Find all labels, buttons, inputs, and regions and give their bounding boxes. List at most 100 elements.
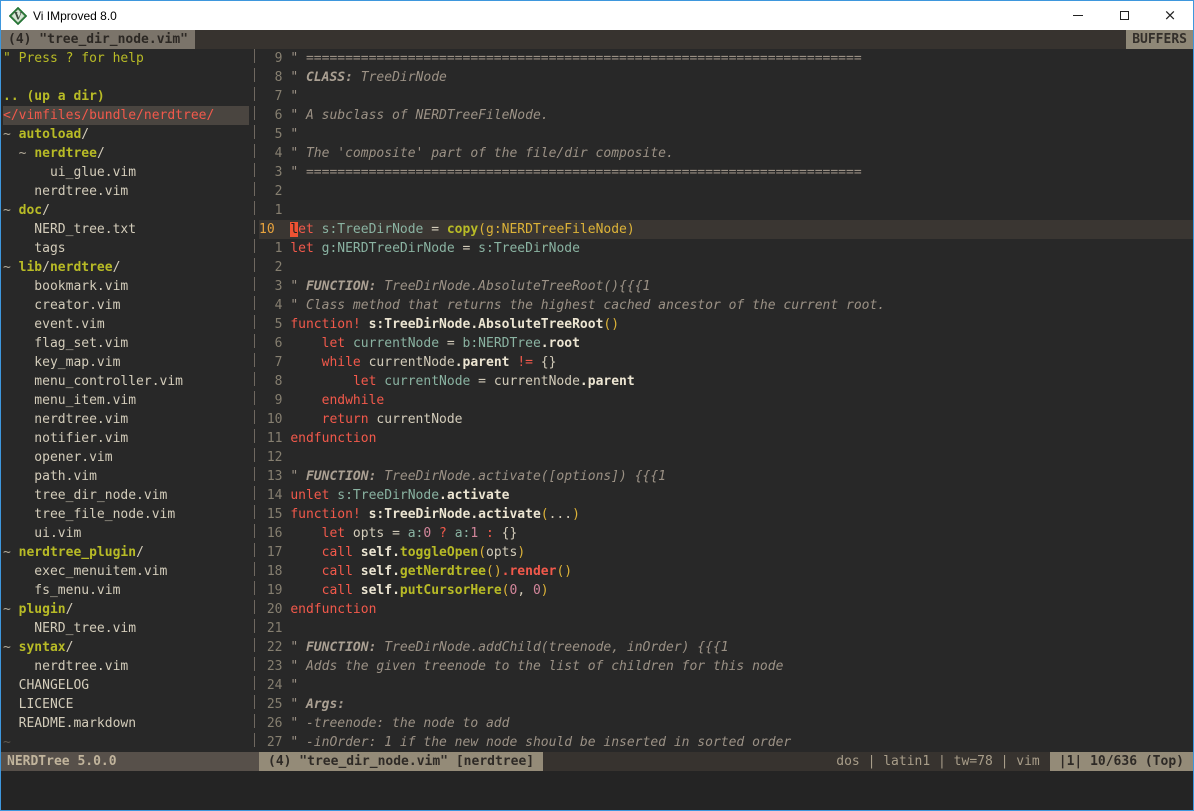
code-line[interactable]: 16 let opts = a:0 ? a:1 : {} bbox=[259, 524, 1193, 543]
tree-item[interactable]: nerdtree.vim bbox=[3, 657, 249, 676]
tree-item[interactable]: ~ doc/ bbox=[3, 201, 249, 220]
maximize-button[interactable] bbox=[1101, 1, 1147, 30]
token-t: ... bbox=[549, 507, 572, 522]
token-id: currentNode bbox=[384, 374, 470, 389]
tree-item[interactable]: exec_menuitem.vim bbox=[3, 562, 249, 581]
tree-item[interactable]: LICENCE bbox=[3, 695, 249, 714]
tree-item[interactable]: ~ lib/nerdtree/ bbox=[3, 258, 249, 277]
code-line[interactable]: 7 " bbox=[259, 87, 1193, 106]
tree-item[interactable]: ui.vim bbox=[3, 524, 249, 543]
code-line[interactable]: 4 " The 'composite' part of the file/dir… bbox=[259, 144, 1193, 163]
tree-item[interactable]: README.markdown bbox=[3, 714, 249, 733]
tree-item[interactable]: flag_set.vim bbox=[3, 334, 249, 353]
code-line[interactable]: 13 " FUNCTION: TreeDirNode.activate([opt… bbox=[259, 467, 1193, 486]
tree-item[interactable]: ~ syntax/ bbox=[3, 638, 249, 657]
tree-item[interactable]: menu_item.vim bbox=[3, 391, 249, 410]
code-line[interactable]: 4 " Class method that returns the highes… bbox=[259, 296, 1193, 315]
code-line[interactable]: 10 return currentNode bbox=[259, 410, 1193, 429]
token-t: = currentNode bbox=[470, 374, 580, 389]
tree-item[interactable]: ~ autoload/ bbox=[3, 125, 249, 144]
code-line[interactable]: 20 endfunction bbox=[259, 600, 1193, 619]
code-line[interactable]: 17 call self.toggleOpen(opts) bbox=[259, 543, 1193, 562]
vertical-split-bar[interactable] bbox=[249, 49, 259, 752]
code-line[interactable]: 25 " Args: bbox=[259, 695, 1193, 714]
tree-item[interactable]: path.vim bbox=[3, 467, 249, 486]
tree-item[interactable]: " Press ? for help bbox=[3, 49, 249, 68]
code-line[interactable]: 24 " bbox=[259, 676, 1193, 695]
token-id: a: bbox=[408, 526, 424, 541]
tree-item[interactable]: tree_file_node.vim bbox=[3, 505, 249, 524]
code-line[interactable]: 23 " Adds the given treenode to the list… bbox=[259, 657, 1193, 676]
nerdtree-panel[interactable]: " Press ? for help .. (up a dir)</vimfile… bbox=[1, 49, 249, 752]
code-line[interactable]: 6 let currentNode = b:NERDTree.root bbox=[259, 334, 1193, 353]
code-line[interactable]: 5 function! s:TreeDirNode.AbsoluteTreeRo… bbox=[259, 315, 1193, 334]
tree-item[interactable]: tree_dir_node.vim bbox=[3, 486, 249, 505]
editor-buffer[interactable]: 9 " ====================================… bbox=[259, 49, 1193, 752]
token-f: CHANGELOG bbox=[3, 678, 89, 693]
tree-item[interactable]: fs_menu.vim bbox=[3, 581, 249, 600]
tab-tree-dir-node[interactable]: (4) "tree_dir_node.vim" bbox=[1, 30, 195, 49]
command-line[interactable] bbox=[1, 771, 1193, 810]
token-c: " The 'composite' part of the file/dir c… bbox=[290, 146, 674, 161]
tree-item[interactable]: .. (up a dir) bbox=[3, 87, 249, 106]
code-line[interactable]: 14 unlet s:TreeDirNode.activate bbox=[259, 486, 1193, 505]
code-line[interactable]: 8 let currentNode = currentNode.parent bbox=[259, 372, 1193, 391]
code-line[interactable]: 7 while currentNode.parent != {} bbox=[259, 353, 1193, 372]
tree-item[interactable]: creator.vim bbox=[3, 296, 249, 315]
tree-item[interactable]: CHANGELOG bbox=[3, 676, 249, 695]
tree-item[interactable]: NERD_tree.txt bbox=[3, 220, 249, 239]
tree-item[interactable]: menu_controller.vim bbox=[3, 372, 249, 391]
code-line[interactable]: 3 " FUNCTION: TreeDirNode.AbsoluteTreeRo… bbox=[259, 277, 1193, 296]
code-line[interactable]: 12 bbox=[259, 448, 1193, 467]
token-t bbox=[353, 583, 361, 598]
code-line[interactable]: 11 endfunction bbox=[259, 429, 1193, 448]
tree-item[interactable]: ui_glue.vim bbox=[3, 163, 249, 182]
tree-item[interactable]: ~ nerdtree/ bbox=[3, 144, 249, 163]
code-line[interactable]: 3 " ====================================… bbox=[259, 163, 1193, 182]
code-line[interactable]: 1 bbox=[259, 201, 1193, 220]
tree-item[interactable]: key_map.vim bbox=[3, 353, 249, 372]
code-line[interactable]: 27 " -inOrder: 1 if the new node should … bbox=[259, 733, 1193, 752]
tree-item[interactable]: ~ plugin/ bbox=[3, 600, 249, 619]
close-button[interactable]: × bbox=[1147, 1, 1193, 30]
code-line[interactable]: 21 bbox=[259, 619, 1193, 638]
token-f: nerdtree.vim bbox=[3, 659, 128, 674]
code-line[interactable]: 9 " ====================================… bbox=[259, 49, 1193, 68]
tree-item[interactable]: tags bbox=[3, 239, 249, 258]
fileformat-status-segment: dos | latin1 | tw=78 | vim bbox=[826, 752, 1050, 771]
token-g: 20 bbox=[259, 602, 290, 617]
code-line[interactable]: 2 bbox=[259, 182, 1193, 201]
code-line[interactable]: 15 function! s:TreeDirNode.activate(...) bbox=[259, 505, 1193, 524]
minimize-button[interactable] bbox=[1055, 1, 1101, 30]
code-line[interactable]: 26 " -treenode: the node to add bbox=[259, 714, 1193, 733]
token-g: 3 bbox=[259, 279, 290, 294]
code-line[interactable]: 22 " FUNCTION: TreeDirNode.addChild(tree… bbox=[259, 638, 1193, 657]
code-line[interactable]: 5 " bbox=[259, 125, 1193, 144]
tree-item[interactable]: event.vim bbox=[3, 315, 249, 334]
buffers-label[interactable]: BUFFERS bbox=[1126, 30, 1193, 49]
token-t bbox=[290, 526, 321, 541]
code-line[interactable]: 2 bbox=[259, 258, 1193, 277]
token-c: " -inOrder: 1 if the new node should be … bbox=[290, 735, 791, 750]
tree-item[interactable]: notifier.vim bbox=[3, 429, 249, 448]
tree-item[interactable]: NERD_tree.vim bbox=[3, 619, 249, 638]
tree-item[interactable]: ~ bbox=[3, 733, 249, 752]
tree-item[interactable]: nerdtree.vim bbox=[3, 410, 249, 429]
tree-item[interactable]: nerdtree.vim bbox=[3, 182, 249, 201]
token-c: TreeDirNode.activate([options]) {{{1 bbox=[376, 469, 666, 484]
code-line[interactable]: 8 " CLASS: TreeDirNode bbox=[259, 68, 1193, 87]
tree-root-path[interactable]: </vimfiles/bundle/nerdtree/ bbox=[3, 106, 249, 125]
tree-item[interactable]: bookmark.vim bbox=[3, 277, 249, 296]
tree-item[interactable]: ~ nerdtree_plugin/ bbox=[3, 543, 249, 562]
code-line[interactable]: 9 endwhile bbox=[259, 391, 1193, 410]
code-line[interactable]: 18 call self.getNerdtree().render() bbox=[259, 562, 1193, 581]
tree-item[interactable]: opener.vim bbox=[3, 448, 249, 467]
code-line[interactable]: 1 let g:NERDTreeDirNode = s:TreeDirNode bbox=[259, 239, 1193, 258]
token-f: ui_glue.vim bbox=[3, 165, 136, 180]
code-line[interactable]: 6 " A subclass of NERDTreeFileNode. bbox=[259, 106, 1193, 125]
tree-item[interactable] bbox=[3, 68, 249, 87]
token-y: () bbox=[486, 564, 502, 579]
token-c: " ======================================… bbox=[290, 51, 861, 66]
code-line[interactable]: 19 call self.putCursorHere(0, 0) bbox=[259, 581, 1193, 600]
code-line[interactable]: 10 let s:TreeDirNode = copy(g:NERDTreeFi… bbox=[259, 220, 1193, 239]
